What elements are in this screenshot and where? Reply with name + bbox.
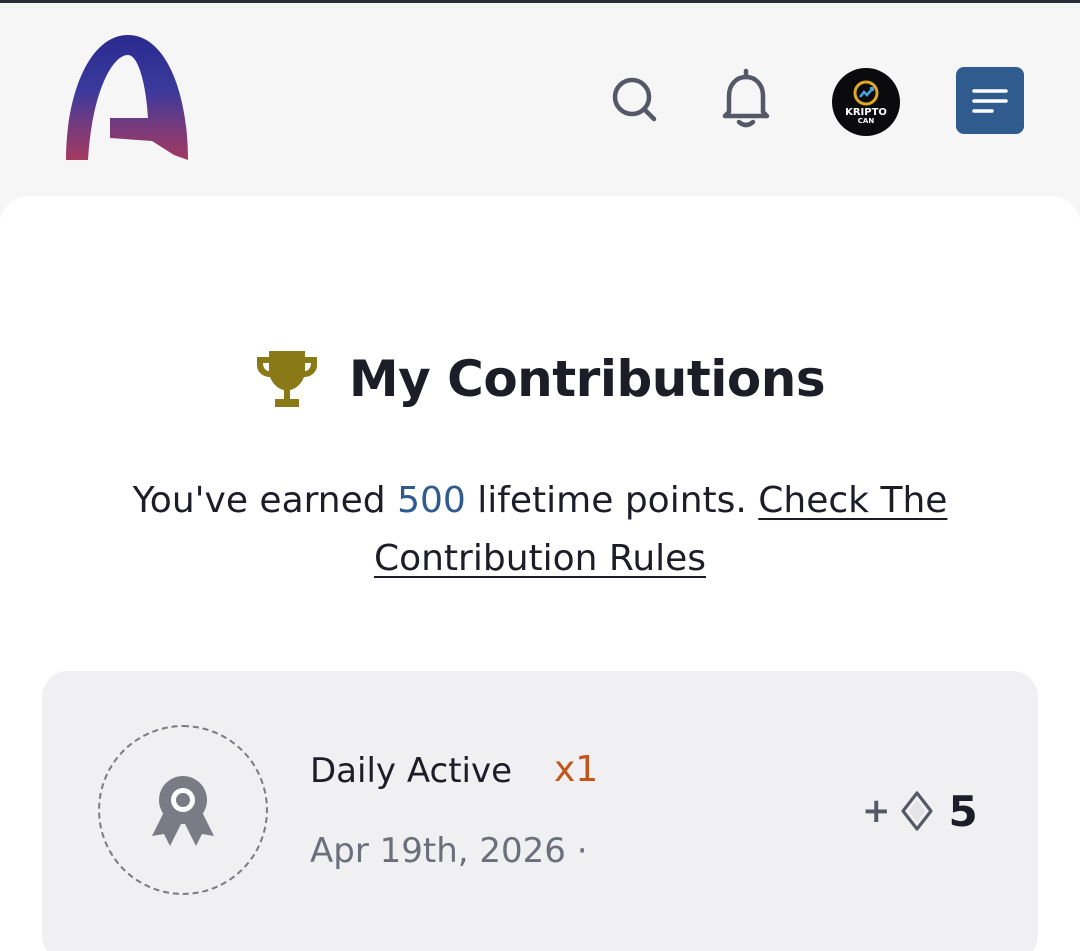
reward: + 5 <box>862 786 978 836</box>
page-title: My Contributions <box>348 350 826 408</box>
main-content: My Contributions You've earned 500 lifet… <box>0 196 1080 951</box>
search-icon[interactable] <box>604 69 664 129</box>
points-prefix: You've earned <box>132 480 398 521</box>
badge-circle <box>98 725 268 895</box>
title-row: My Contributions <box>0 344 1080 414</box>
header: KRIPTO CAN <box>0 3 1080 193</box>
avatar[interactable]: KRIPTO CAN <box>832 68 900 136</box>
diamond-icon <box>900 791 933 831</box>
activity-date: Apr 19th, 2026 · <box>310 831 588 871</box>
activity-name: Daily Active <box>310 751 513 791</box>
menu-button[interactable] <box>956 67 1024 134</box>
trophy-icon <box>256 351 317 407</box>
activity-multiplier: x1 <box>554 749 599 790</box>
page: KRIPTO CAN My Contributions You've earne… <box>0 0 1080 951</box>
lifetime-points: 500 <box>397 480 466 521</box>
reward-value: 5 <box>948 786 978 836</box>
reward-sign: + <box>862 791 891 831</box>
brand-logo[interactable] <box>62 33 192 163</box>
avatar-subtext: CAN <box>857 117 875 125</box>
menu-icon <box>972 88 1008 113</box>
contribution-card[interactable]: Daily Active x1 Apr 19th, 2026 · + 5 <box>42 671 1038 951</box>
award-ribbon-icon <box>152 776 214 846</box>
points-summary: You've earned 500 lifetime points. Check… <box>40 472 1040 588</box>
points-suffix: lifetime points. <box>465 480 759 521</box>
bell-icon[interactable] <box>716 68 776 129</box>
coin-icon <box>853 80 879 106</box>
avatar-text: KRIPTO <box>845 107 887 118</box>
